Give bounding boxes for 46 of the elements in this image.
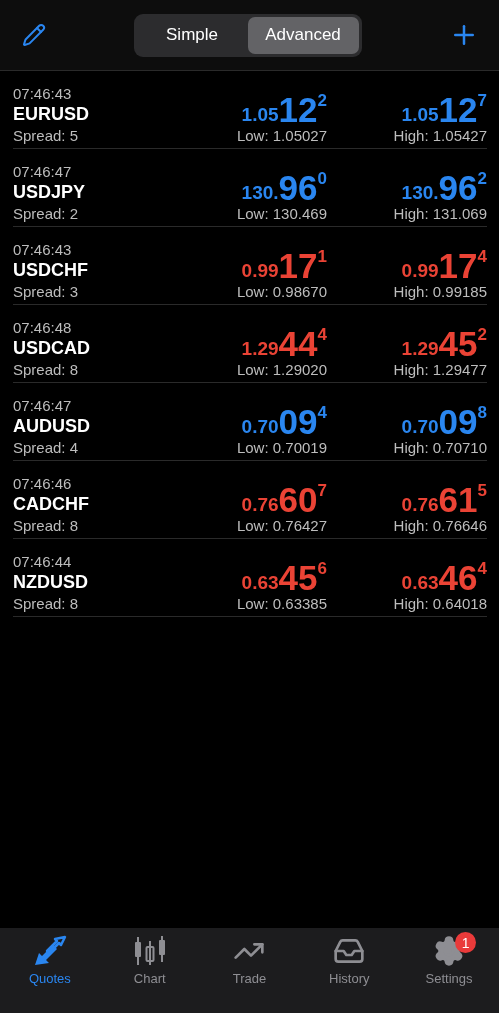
segment-button[interactable]: Simple	[136, 16, 248, 54]
quote-time: 07:46:48	[13, 319, 73, 336]
quote-time: 07:46:47	[13, 397, 73, 414]
low-text: Low: 0.98670	[236, 283, 327, 300]
high-text: High: 0.99185	[393, 283, 487, 300]
symbol-name: EURUSD	[13, 104, 90, 125]
low-text: Low: 0.63385	[236, 595, 327, 612]
symbol-name: NZDUSD	[13, 572, 89, 593]
high-text: High: 0.64018	[393, 595, 487, 612]
quote-time: 07:46:43	[13, 241, 73, 258]
spread-text: Spread: 5	[13, 127, 80, 144]
spread-text: Spread: 8	[13, 595, 80, 612]
tab-button[interactable]: Chart	[99, 934, 200, 1013]
spread-text: Spread: 8	[13, 517, 80, 534]
tab-button[interactable]: Quotes	[0, 934, 100, 1013]
candlestick-icon	[132, 935, 167, 967]
high-text: High: 0.70710	[393, 439, 487, 456]
symbol-name: AUDUSD	[13, 416, 91, 437]
quote-time: 07:46:46	[13, 475, 73, 492]
spread-text: Spread: 2	[13, 205, 80, 222]
symbol-name: USDJPY	[13, 182, 87, 203]
segment-button[interactable]: Advanced	[247, 16, 359, 54]
notification-badge: 1	[455, 932, 477, 953]
tab-button[interactable]: History	[299, 934, 400, 1013]
spread-text: Spread: 8	[13, 361, 80, 378]
high-text: High: 0.76646	[393, 517, 487, 534]
symbol-name: USDCAD	[13, 338, 91, 359]
high-text: High: 131.069	[393, 205, 487, 222]
spread-text: Spread: 3	[13, 283, 80, 300]
tab-button[interactable]: Trade	[199, 934, 300, 1013]
quote-time: 07:46:43	[13, 85, 73, 102]
arrows-icon	[32, 935, 67, 967]
low-text: Low: 1.29020	[236, 361, 327, 378]
quote-time: 07:46:47	[13, 163, 73, 180]
symbol-name: USDCHF	[13, 260, 89, 281]
tab-button[interactable]: Settings 1	[399, 934, 499, 1013]
low-text: Low: 1.05027	[236, 127, 327, 144]
high-text: High: 1.29477	[393, 361, 487, 378]
high-text: High: 1.05427	[393, 127, 487, 144]
edit-button[interactable]	[22, 23, 46, 47]
low-text: Low: 0.76427	[236, 517, 327, 534]
quote-time: 07:46:44	[13, 553, 73, 570]
low-text: Low: 0.70019	[236, 439, 327, 456]
symbol-name: CADCHF	[13, 494, 90, 515]
spread-text: Spread: 4	[13, 439, 80, 456]
low-text: Low: 130.469	[236, 205, 327, 222]
